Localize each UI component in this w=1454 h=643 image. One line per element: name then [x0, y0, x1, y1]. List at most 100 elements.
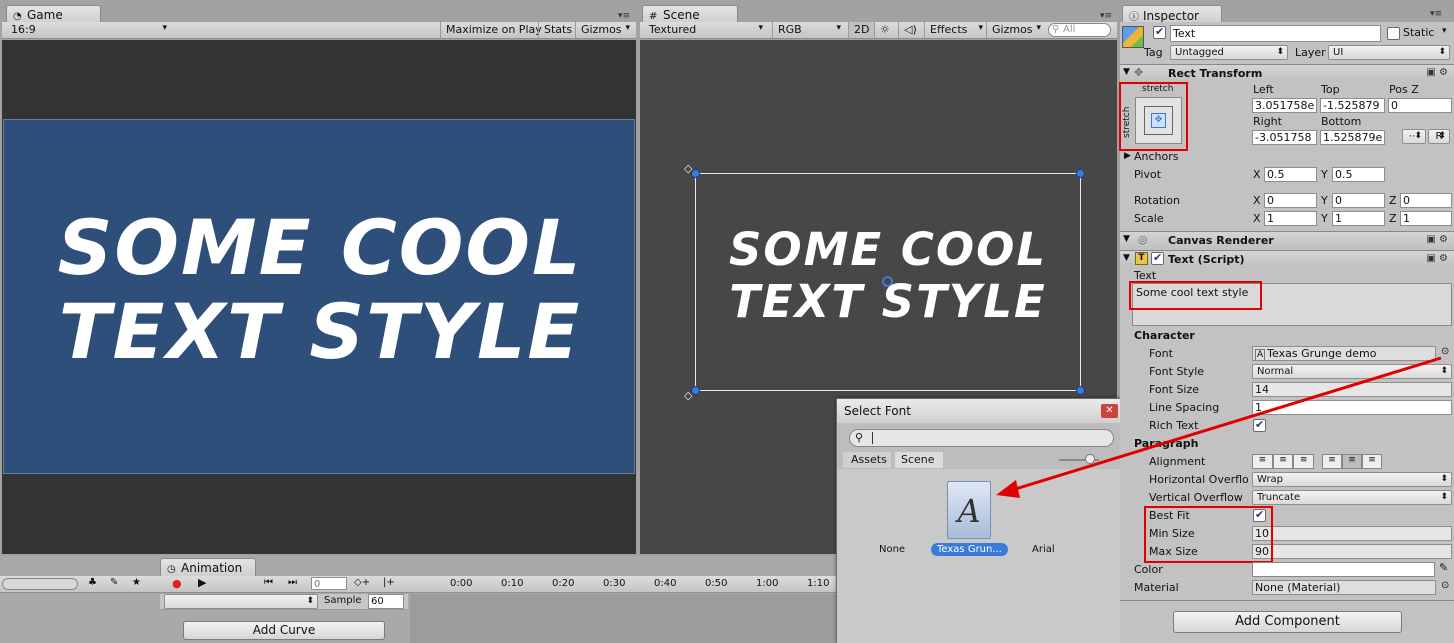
scale-z-field[interactable]: 1 — [1400, 211, 1452, 226]
color-mode-dropdown[interactable]: RGB — [772, 22, 844, 38]
effects-dropdown[interactable]: Effects — [924, 22, 986, 38]
tab-scene[interactable]: # Scene — [642, 5, 738, 23]
font-item-arial[interactable]: Arial — [1032, 544, 1055, 555]
align-right-icon[interactable]: ≡ — [1293, 454, 1315, 469]
raw-edit-button[interactable]: R — [1428, 129, 1450, 144]
align-middle-icon[interactable]: ≡ — [1342, 454, 1362, 469]
stats-button[interactable]: Stats — [538, 22, 577, 38]
anchor-icon-tl[interactable]: ◇ — [684, 162, 692, 175]
scroll-field[interactable] — [2, 578, 78, 590]
tag-dropdown[interactable]: Untagged — [1170, 45, 1288, 60]
font-item-none[interactable]: None — [879, 544, 905, 555]
line-spacing-field[interactable]: 1 — [1252, 400, 1452, 415]
align-left-icon[interactable]: ≡ — [1252, 454, 1273, 469]
scene-panel-menu-icon[interactable]: ▾≡ — [1100, 11, 1112, 21]
record-button[interactable]: ● — [172, 577, 182, 590]
component-settings-icon[interactable]: ▣ ⚙ — [1426, 234, 1448, 245]
tab-game[interactable]: ◔ Game — [6, 5, 101, 23]
object-picker-icon[interactable]: ⊙ — [1441, 346, 1449, 357]
pivot-x-field[interactable]: 0.5 — [1264, 167, 1317, 182]
anchor-icon-bl[interactable]: ◇ — [684, 389, 692, 402]
scale-x-field[interactable]: 1 — [1264, 211, 1317, 226]
tag-icon[interactable]: ✎ — [110, 577, 118, 588]
rot-x-field[interactable]: 0 — [1264, 193, 1317, 208]
star-icon[interactable]: ★ — [132, 577, 141, 588]
component-settings-icon[interactable]: ▣ ⚙ — [1426, 253, 1448, 264]
layer-dropdown[interactable]: UI — [1328, 45, 1450, 60]
next-keyframe-button[interactable]: ⏭ — [288, 577, 297, 588]
scale-y-field[interactable]: 1 — [1332, 211, 1385, 226]
tab-inspector[interactable]: ⓘ Inspector — [1122, 5, 1222, 23]
tab-animation[interactable]: ◷ Animation — [160, 558, 256, 576]
scene-search-input[interactable]: ⚲ All — [1048, 23, 1111, 37]
v-overflow-dropdown[interactable]: Truncate — [1252, 490, 1452, 505]
canvas-renderer-header[interactable]: ▼ ◎ Canvas Renderer ▣ ⚙ — [1120, 231, 1454, 249]
scene-gizmos-dropdown[interactable]: Gizmos — [986, 22, 1044, 38]
rect-handle-tr[interactable] — [1076, 169, 1085, 178]
rect-transform-header[interactable]: ▼ ✥ Rect Transform ▣ ⚙ — [1120, 64, 1454, 82]
aspect-dropdown[interactable]: 16:9 — [6, 22, 170, 38]
rect-handle-br[interactable] — [1076, 386, 1085, 395]
mode-2d-button[interactable]: 2D — [848, 22, 875, 38]
rot-z-field[interactable]: 0 — [1400, 193, 1452, 208]
add-curve-button[interactable]: Add Curve — [183, 621, 385, 640]
add-keyframe-icon[interactable]: ◇+ — [354, 577, 370, 588]
add-event-icon[interactable]: |+ — [383, 577, 395, 588]
frame-field[interactable]: 0 — [311, 577, 347, 590]
color-swatch[interactable] — [1252, 562, 1435, 577]
static-checkbox[interactable] — [1387, 27, 1400, 40]
pivot-y-field[interactable]: 0.5 — [1332, 167, 1385, 182]
active-checkbox[interactable] — [1153, 25, 1166, 39]
expand-arrow-icon[interactable]: ▶ — [1124, 151, 1131, 161]
audio-icon[interactable]: ◁) — [898, 22, 922, 38]
zoom-slider-knob[interactable] — [1085, 454, 1095, 464]
right-field[interactable]: -3.051758 — [1252, 130, 1317, 145]
left-field[interactable]: 3.051758e — [1252, 98, 1317, 113]
font-size-field[interactable]: 14 — [1252, 382, 1452, 397]
panel-menu-icon[interactable]: ▾≡ — [618, 11, 630, 21]
timeline-track[interactable] — [410, 594, 836, 643]
font-style-dropdown[interactable]: Normal — [1252, 364, 1452, 379]
game-viewport[interactable]: SOME COOL TEXT STYLE — [2, 40, 636, 554]
maximize-on-play-button[interactable]: Maximize on Play — [440, 22, 547, 38]
text-enabled-checkbox[interactable] — [1151, 251, 1164, 265]
text-script-header[interactable]: ▼ T Text (Script) ▣ ⚙ — [1120, 250, 1454, 268]
align-top-icon[interactable]: ≡ — [1322, 454, 1342, 469]
prev-keyframe-button[interactable]: ⏮ — [264, 577, 273, 588]
object-name-field[interactable]: Text — [1170, 25, 1381, 42]
align-center-icon[interactable]: ≡ — [1272, 454, 1294, 469]
eyedropper-icon[interactable]: ✎ — [1439, 561, 1448, 574]
game-gizmos-dropdown[interactable]: Gizmos — [575, 22, 633, 38]
rot-y-field[interactable]: 0 — [1332, 193, 1385, 208]
sample-field[interactable]: 60 — [368, 594, 404, 609]
play-button[interactable]: ▶ — [198, 576, 206, 589]
max-size-field[interactable]: 90 — [1252, 544, 1452, 559]
layers-icon[interactable]: ♣ — [88, 577, 97, 588]
object-picker-icon[interactable]: ⊙ — [1441, 580, 1449, 591]
h-overflow-dropdown[interactable]: Wrap — [1252, 472, 1452, 487]
min-size-field[interactable]: 10 — [1252, 526, 1452, 541]
posz-field[interactable]: 0 — [1388, 98, 1452, 113]
close-icon[interactable]: ✕ — [1101, 404, 1118, 418]
font-file-icon[interactable]: A — [947, 481, 991, 539]
inspector-menu-icon[interactable]: ▾≡ — [1430, 9, 1442, 19]
lighting-icon[interactable]: ☼ — [874, 22, 895, 38]
tab-scene-select[interactable]: Scene — [895, 452, 943, 468]
font-field[interactable]: A Texas Grunge demo — [1252, 346, 1436, 361]
draw-mode-dropdown[interactable]: Textured — [644, 22, 766, 38]
align-bottom-icon[interactable]: ≡ — [1362, 454, 1382, 469]
component-settings-icon[interactable]: ▣ ⚙ — [1426, 67, 1448, 78]
material-field[interactable]: None (Material) — [1252, 580, 1436, 595]
tab-assets[interactable]: Assets — [843, 452, 891, 468]
font-item-texas-grunge[interactable]: Texas Grun... — [931, 543, 1008, 556]
static-dropdown-icon[interactable]: ▾ — [1442, 26, 1447, 36]
blueprint-mode-button[interactable]: ⋯ — [1402, 129, 1426, 144]
anchors-label[interactable]: Anchors — [1134, 150, 1179, 163]
clip-dropdown[interactable] — [164, 594, 318, 609]
timeline-ruler[interactable]: 0:00 0:10 0:20 0:30 0:40 0:50 1:00 1:10 — [410, 576, 836, 593]
top-field[interactable]: -1.525879 — [1320, 98, 1385, 113]
add-component-button[interactable]: Add Component — [1173, 611, 1402, 633]
rich-text-checkbox[interactable] — [1253, 418, 1266, 432]
font-search-input[interactable]: ⚲ — [849, 429, 1114, 447]
bottom-field[interactable]: 1.525879e — [1320, 130, 1385, 145]
